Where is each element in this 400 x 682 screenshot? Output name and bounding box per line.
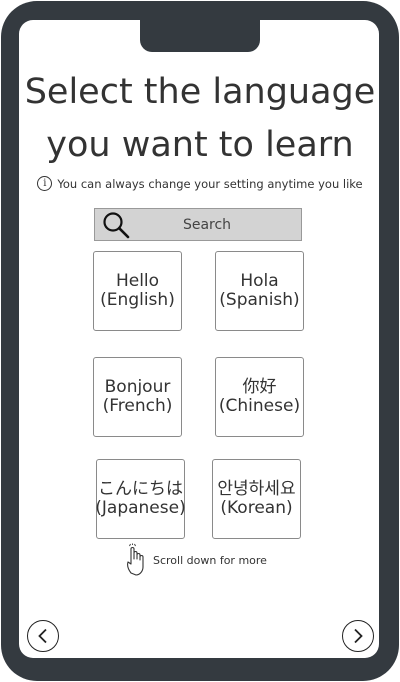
language-card-japanese[interactable]: こんにちは (Japanese) xyxy=(95,459,186,539)
scroll-hint: Scroll down for more xyxy=(125,543,267,577)
info-note: i You can always change your setting any… xyxy=(0,176,400,191)
phone-notch xyxy=(140,20,260,52)
page-title-line-2: you want to learn xyxy=(46,125,354,165)
chevron-right-icon xyxy=(354,628,363,644)
language-greeting: こんにちは xyxy=(98,479,183,499)
scroll-hint-text: Scroll down for more xyxy=(153,553,267,567)
language-card-korean[interactable]: 안녕하세요 (Korean) xyxy=(212,459,301,539)
language-card-french[interactable]: Bonjour (French) xyxy=(93,357,182,437)
info-text: You can always change your setting anyti… xyxy=(57,176,363,191)
language-name: (English) xyxy=(100,290,175,310)
page-title: Select the language you want to learn xyxy=(0,66,400,172)
language-name: (Chinese) xyxy=(218,396,301,416)
search-bar[interactable]: Search xyxy=(94,208,302,241)
hand-pointer-icon xyxy=(127,543,144,576)
next-button[interactable] xyxy=(342,620,374,652)
search-input[interactable]: Search xyxy=(133,217,301,233)
language-greeting: Bonjour xyxy=(104,377,171,397)
language-greeting: Hello xyxy=(115,271,160,291)
search-icon xyxy=(103,212,130,239)
language-greeting: Hola xyxy=(240,271,279,291)
language-card-english[interactable]: Hello (English) xyxy=(93,251,182,331)
info-icon: i xyxy=(37,176,53,191)
back-button[interactable] xyxy=(27,620,59,652)
language-greeting: 안녕하세요 xyxy=(217,479,296,499)
language-card-chinese[interactable]: 你好 (Chinese) xyxy=(215,357,304,437)
language-greeting: 你好 xyxy=(242,377,277,397)
language-card-spanish[interactable]: Hola (Spanish) xyxy=(215,251,304,331)
language-name: (Korean) xyxy=(220,498,293,518)
language-name: (Japanese) xyxy=(95,498,186,518)
language-name: (Spanish) xyxy=(219,290,300,310)
page-title-line-1: Select the language xyxy=(24,72,376,112)
language-name: (French) xyxy=(102,396,173,416)
chevron-left-icon xyxy=(38,628,47,644)
